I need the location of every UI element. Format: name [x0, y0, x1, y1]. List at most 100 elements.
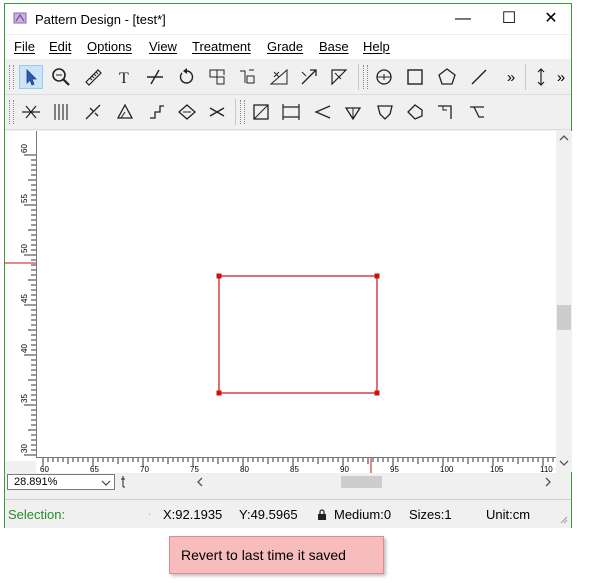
cut-line-icon[interactable]	[143, 65, 167, 89]
arrow-icon[interactable]	[311, 100, 335, 124]
ruler-label: 105	[490, 465, 504, 473]
horizontal-scrollbar[interactable]	[125, 474, 556, 490]
zoom-select[interactable]: 28.891%	[7, 474, 115, 490]
ruler-label: 40	[20, 344, 29, 353]
vertical-ruler: 60 55 50 45 40 35 30	[5, 131, 37, 461]
menu-grade[interactable]: Grade	[267, 39, 303, 54]
shift-icon[interactable]	[205, 100, 229, 124]
sleeve-icon[interactable]	[403, 100, 427, 124]
mirror-icon[interactable]	[205, 65, 229, 89]
toolbar-separator	[358, 64, 359, 90]
scale-icon[interactable]	[327, 65, 351, 89]
ruler-label: 75	[190, 465, 199, 473]
ruler-label: 70	[140, 465, 149, 473]
grade-box-icon[interactable]	[249, 100, 273, 124]
status-bar: Selection: · X:92.1935 Y:49.5965 Medium:…	[5, 499, 571, 528]
ruler-label: 85	[290, 465, 299, 473]
text-icon[interactable]: T	[113, 65, 137, 89]
sizes-value: Sizes:1	[409, 507, 452, 522]
menu-options[interactable]: Options	[87, 39, 132, 54]
fold-icon[interactable]	[145, 100, 169, 124]
resize-grip-icon[interactable]	[558, 514, 568, 524]
status-dot-icon: ·	[148, 509, 151, 519]
secondary-toolbar	[5, 95, 571, 130]
ruler-label: 50	[20, 244, 29, 253]
ruler-label: 110	[540, 465, 553, 473]
notch-icon[interactable]	[81, 100, 105, 124]
horizontal-scroll-thumb[interactable]	[341, 476, 382, 488]
medium-value: Medium:0	[334, 507, 392, 522]
rectangle-icon[interactable]	[403, 65, 427, 89]
rotate-icon[interactable]	[175, 65, 199, 89]
minimize-button[interactable]: —	[443, 8, 483, 30]
menu-base[interactable]: Base	[319, 39, 349, 54]
move-vertical-icon[interactable]	[529, 65, 553, 89]
menu-file[interactable]: File	[14, 39, 35, 54]
toolbar-grip[interactable]	[240, 100, 245, 124]
ruler-label: 30	[20, 444, 29, 453]
seam-icon[interactable]	[175, 100, 199, 124]
corner-icon[interactable]	[433, 100, 457, 124]
selection-label: Selection:	[8, 507, 66, 522]
toolbar-overflow-button[interactable]: »	[499, 65, 523, 89]
close-button[interactable]: ✕	[531, 8, 571, 30]
drop-icon[interactable]	[341, 100, 365, 124]
ruler-icon[interactable]	[81, 65, 105, 89]
ruler-label: 60	[20, 144, 29, 153]
toolbar-grip[interactable]	[9, 65, 14, 89]
lock-icon	[318, 509, 326, 520]
menu-treatment[interactable]: Treatment	[192, 39, 251, 54]
ruler-label: 65	[90, 465, 99, 473]
vertical-scrollbar[interactable]	[556, 131, 572, 472]
ruler-label: 90	[340, 465, 349, 473]
line-icon[interactable]	[467, 65, 491, 89]
ruler-label: 100	[440, 465, 454, 473]
app-window: Pattern Design - [test*] — ☐ ✕ File Edit…	[4, 3, 572, 528]
rectangle-vertex-handle[interactable]	[216, 390, 222, 396]
app-logo-icon	[13, 12, 27, 24]
rectangle-vertex-handle[interactable]	[374, 390, 380, 396]
measure-angle-icon[interactable]	[267, 65, 291, 89]
ruler-label: 35	[20, 394, 29, 403]
pattern-piece-rectangle[interactable]	[218, 275, 378, 394]
chevron-down-icon	[101, 480, 111, 486]
circle-target-icon[interactable]	[372, 65, 396, 89]
revert-button[interactable]: Revert to last time it saved	[169, 536, 384, 574]
triangle-icon[interactable]	[113, 100, 137, 124]
pleat-icon[interactable]	[49, 100, 73, 124]
x-coordinate: X:92.1935	[163, 507, 223, 522]
hem-icon[interactable]	[465, 100, 489, 124]
flip-icon[interactable]	[235, 65, 259, 89]
width-icon[interactable]	[279, 100, 303, 124]
zoom-icon[interactable]	[49, 65, 73, 89]
rectangle-vertex-handle[interactable]	[216, 273, 222, 279]
unit-value: Unit:cm	[486, 507, 531, 522]
polygon-icon[interactable]	[435, 65, 459, 89]
ruler-label: 55	[20, 194, 29, 203]
toolbar-grip[interactable]	[363, 65, 368, 89]
vertical-scroll-thumb[interactable]	[557, 305, 571, 330]
menu-view[interactable]: View	[149, 39, 177, 54]
rectangle-vertex-handle[interactable]	[374, 273, 380, 279]
maximize-button[interactable]: ☐	[489, 8, 529, 30]
y-coordinate: Y:49.5965	[239, 507, 298, 522]
dart-icon[interactable]	[19, 100, 43, 124]
drawing-canvas[interactable]	[5, 131, 556, 461]
toolbar-separator	[235, 99, 236, 125]
ruler-label: 45	[20, 294, 29, 303]
toolbar-grip[interactable]	[9, 100, 14, 124]
menu-bar: File Edit Options View Treatment Grade B…	[5, 35, 571, 59]
menu-help[interactable]: Help	[363, 39, 390, 54]
ruler-label: 80	[240, 465, 249, 473]
main-toolbar: T » »	[5, 60, 571, 95]
select-arrow-icon[interactable]	[19, 65, 43, 89]
ruler-label: 60	[40, 465, 49, 473]
resize-icon[interactable]	[297, 65, 321, 89]
toolbar-overflow-button[interactable]: »	[553, 65, 569, 89]
horizontal-ruler: 60 65 70 75 80 85 90 95 100 105 110	[36, 457, 556, 473]
zoom-value: 28.891%	[14, 476, 58, 488]
toolbar-separator	[525, 64, 526, 90]
menu-edit[interactable]: Edit	[49, 39, 71, 54]
window-title: Pattern Design - [test*]	[35, 12, 166, 27]
collar-icon[interactable]	[373, 100, 397, 124]
